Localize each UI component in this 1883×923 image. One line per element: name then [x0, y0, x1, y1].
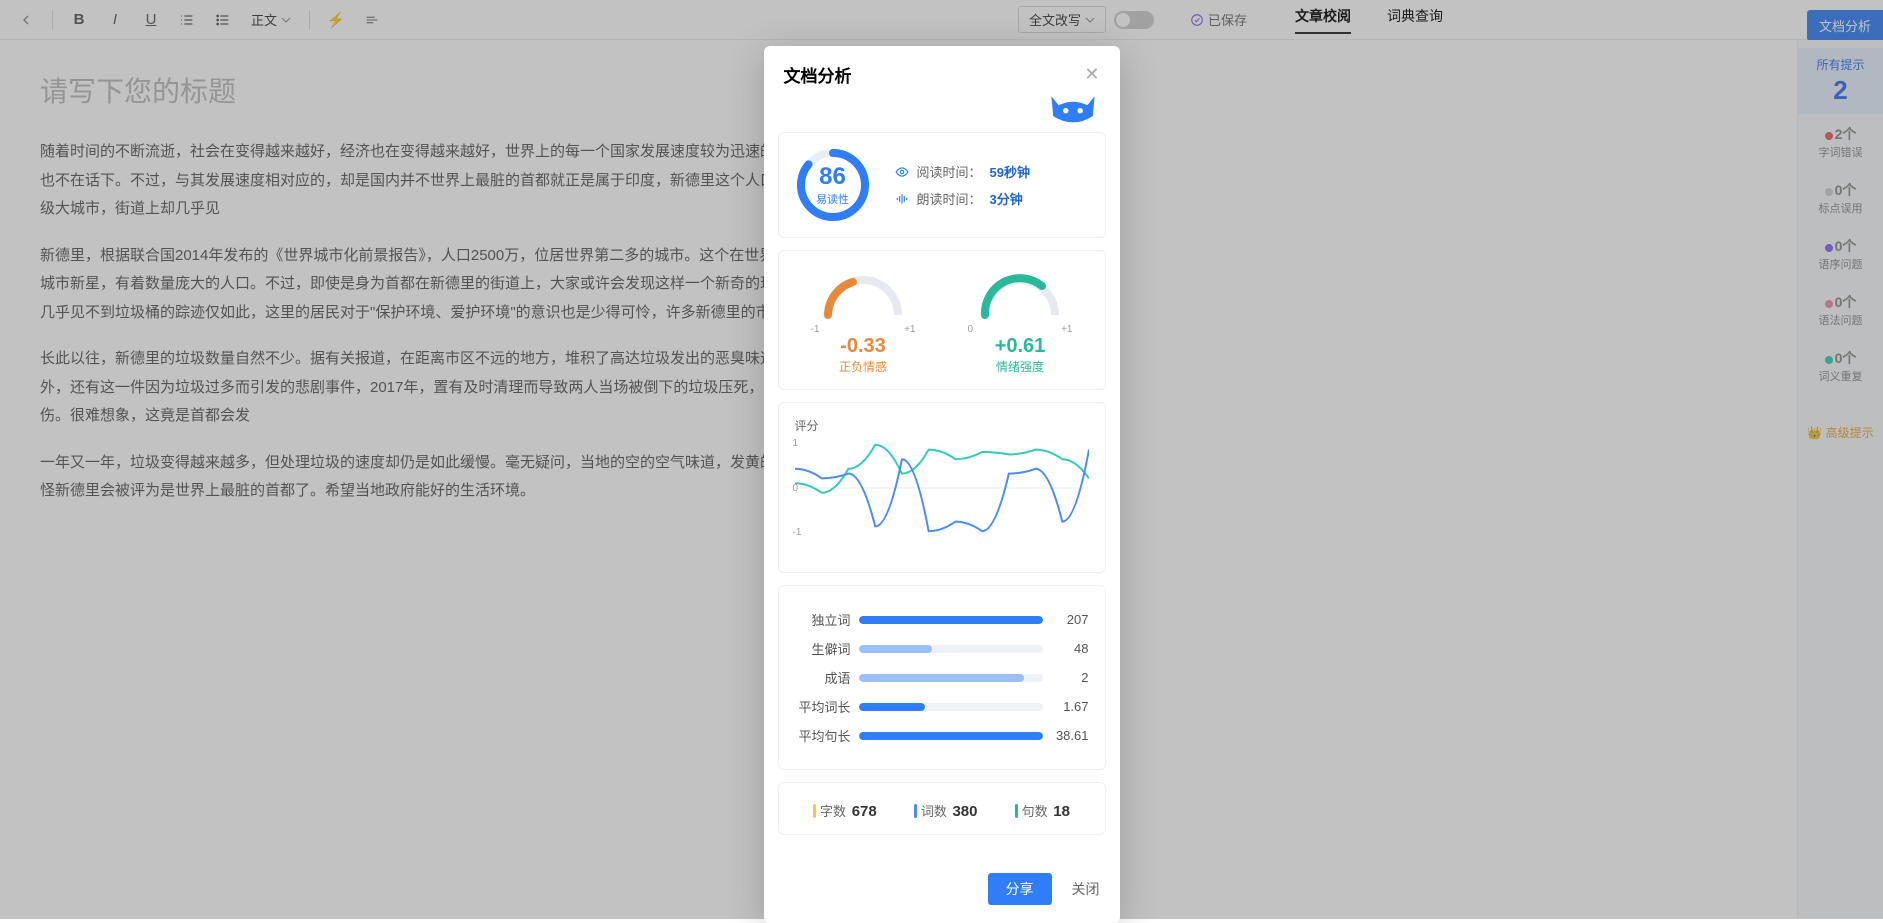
char-count: 字数 678 — [813, 801, 877, 820]
stat-bar: 独立词207 — [795, 610, 1089, 629]
close-icon[interactable]: ✕ — [1084, 64, 1099, 85]
sentiment-gauge: -1+1 -0.33 正负情感 — [795, 265, 932, 375]
stat-bar: 生僻词48 — [795, 639, 1089, 658]
readability-score: 86易读性 — [795, 147, 871, 223]
totals-card: 字数 678 词数 380 句数 18 — [778, 782, 1106, 835]
readability-card: 86易读性 阅读时间：59秒钟 朗读时间：3分钟 — [778, 132, 1106, 238]
speak-time: 朗读时间：3分钟 — [895, 189, 1089, 208]
cat-logo-icon — [764, 89, 1120, 132]
score-chart-card: 评分 10-1 — [778, 402, 1106, 573]
eye-icon — [895, 165, 909, 179]
word-count: 词数 380 — [914, 801, 978, 820]
modal-title: 文档分析 — [784, 62, 852, 87]
emotion-gauge: 0+1 +0.61 情绪强度 — [952, 265, 1089, 375]
sentence-count: 句数 18 — [1015, 801, 1070, 820]
share-button[interactable]: 分享 — [988, 873, 1052, 905]
score-chart — [795, 438, 1089, 538]
analysis-modal: 文档分析 ✕ 86易读性 阅读时间：59秒钟 朗读时间：3分 — [764, 46, 1120, 923]
sentiment-card: -1+1 -0.33 正负情感 0+1 +0.61 情绪强度 — [778, 250, 1106, 390]
close-button[interactable]: 关闭 — [1072, 879, 1100, 899]
stat-bar: 平均句长38.61 — [795, 726, 1089, 745]
read-time: 阅读时间：59秒钟 — [895, 162, 1089, 181]
word-stats-card: 独立词207 生僻词48 成语2 平均词长1.67 平均句长38.61 — [778, 585, 1106, 770]
stat-bar: 平均词长1.67 — [795, 697, 1089, 716]
audio-icon — [895, 192, 909, 206]
stat-bar: 成语2 — [795, 668, 1089, 687]
